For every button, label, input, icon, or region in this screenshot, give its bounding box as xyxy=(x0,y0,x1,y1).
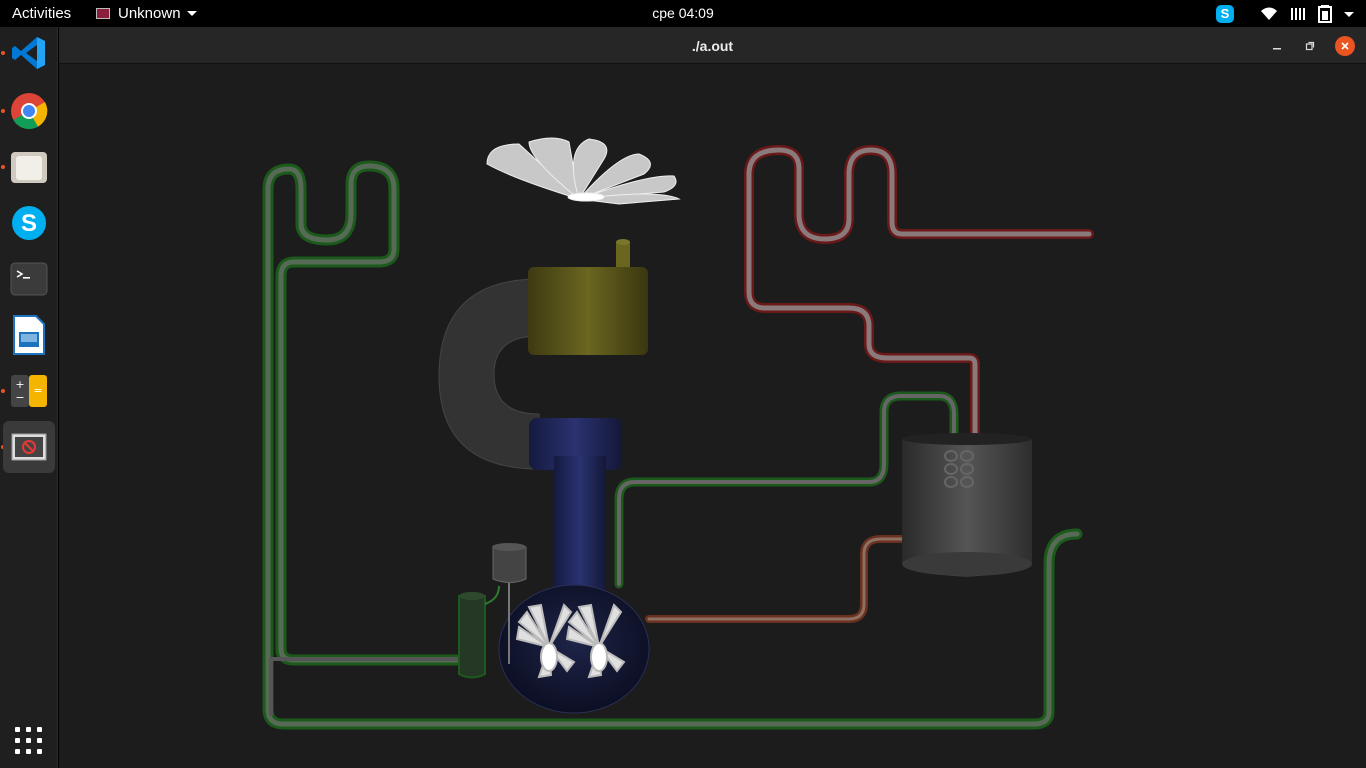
volume-icon[interactable] xyxy=(1290,6,1306,22)
maximize-icon xyxy=(1305,41,1315,51)
svg-text:+: + xyxy=(15,378,24,391)
svg-text:−: − xyxy=(15,391,24,404)
dock-item-skype[interactable]: S xyxy=(3,197,55,249)
clock[interactable]: срe 04:09 xyxy=(652,5,714,21)
close-icon xyxy=(1341,42,1349,50)
skype-icon[interactable]: S xyxy=(1216,5,1234,23)
chevron-down-icon xyxy=(186,11,197,16)
app-menu-label: Unknown xyxy=(118,5,181,22)
app-window: ./a.out xyxy=(59,27,1366,768)
dock-item-calculator[interactable]: + − = xyxy=(3,365,55,417)
title-bar[interactable]: ./a.out xyxy=(59,27,1366,64)
svg-text:=: = xyxy=(33,384,42,397)
impress-icon xyxy=(13,315,45,355)
dock-item-a-out[interactable] xyxy=(3,421,55,473)
dock-item-terminal[interactable] xyxy=(3,253,55,305)
app-icon xyxy=(96,8,110,19)
dock-item-chrome[interactable] xyxy=(3,85,55,137)
hot-leg-pipe xyxy=(744,145,1094,444)
skype-icon: S xyxy=(12,206,46,240)
top-fan xyxy=(486,137,681,205)
pressurizer-tank xyxy=(902,433,1032,577)
render-canvas[interactable] xyxy=(59,64,1366,768)
pump-canister xyxy=(458,585,500,679)
activities-button[interactable]: Activities xyxy=(12,5,71,22)
files-icon xyxy=(11,152,47,183)
battery-icon[interactable] xyxy=(1318,5,1332,23)
top-bar: Activities Unknown срe 04:09 S xyxy=(0,0,1366,27)
system-tray[interactable]: S xyxy=(1204,4,1354,24)
dock: S + − = xyxy=(0,27,58,768)
reactor-vessel xyxy=(498,584,650,714)
generic-app-icon xyxy=(11,433,47,461)
app-menu[interactable]: Unknown xyxy=(96,5,197,22)
system-menu-caret-icon[interactable] xyxy=(1344,11,1354,17)
wifi-icon[interactable] xyxy=(1260,7,1278,21)
chrome-icon xyxy=(11,93,48,130)
svg-text:S: S xyxy=(21,210,37,237)
dock-item-files[interactable] xyxy=(3,141,55,193)
minimize-button[interactable] xyxy=(1267,36,1287,56)
steam-line xyxy=(645,535,908,623)
dock-item-impress[interactable] xyxy=(3,309,55,361)
apps-grid-icon[interactable] xyxy=(15,727,43,755)
calculator-icon: + − = xyxy=(11,375,47,407)
blue-pipe xyxy=(529,418,622,606)
close-button[interactable] xyxy=(1335,36,1355,56)
minimize-icon xyxy=(1273,48,1281,50)
maximize-button[interactable] xyxy=(1300,36,1320,56)
dock-item-vscode[interactable] xyxy=(3,27,55,79)
vscode-icon xyxy=(12,37,45,69)
window-title: ./a.out xyxy=(691,38,734,54)
terminal-icon xyxy=(10,262,48,296)
